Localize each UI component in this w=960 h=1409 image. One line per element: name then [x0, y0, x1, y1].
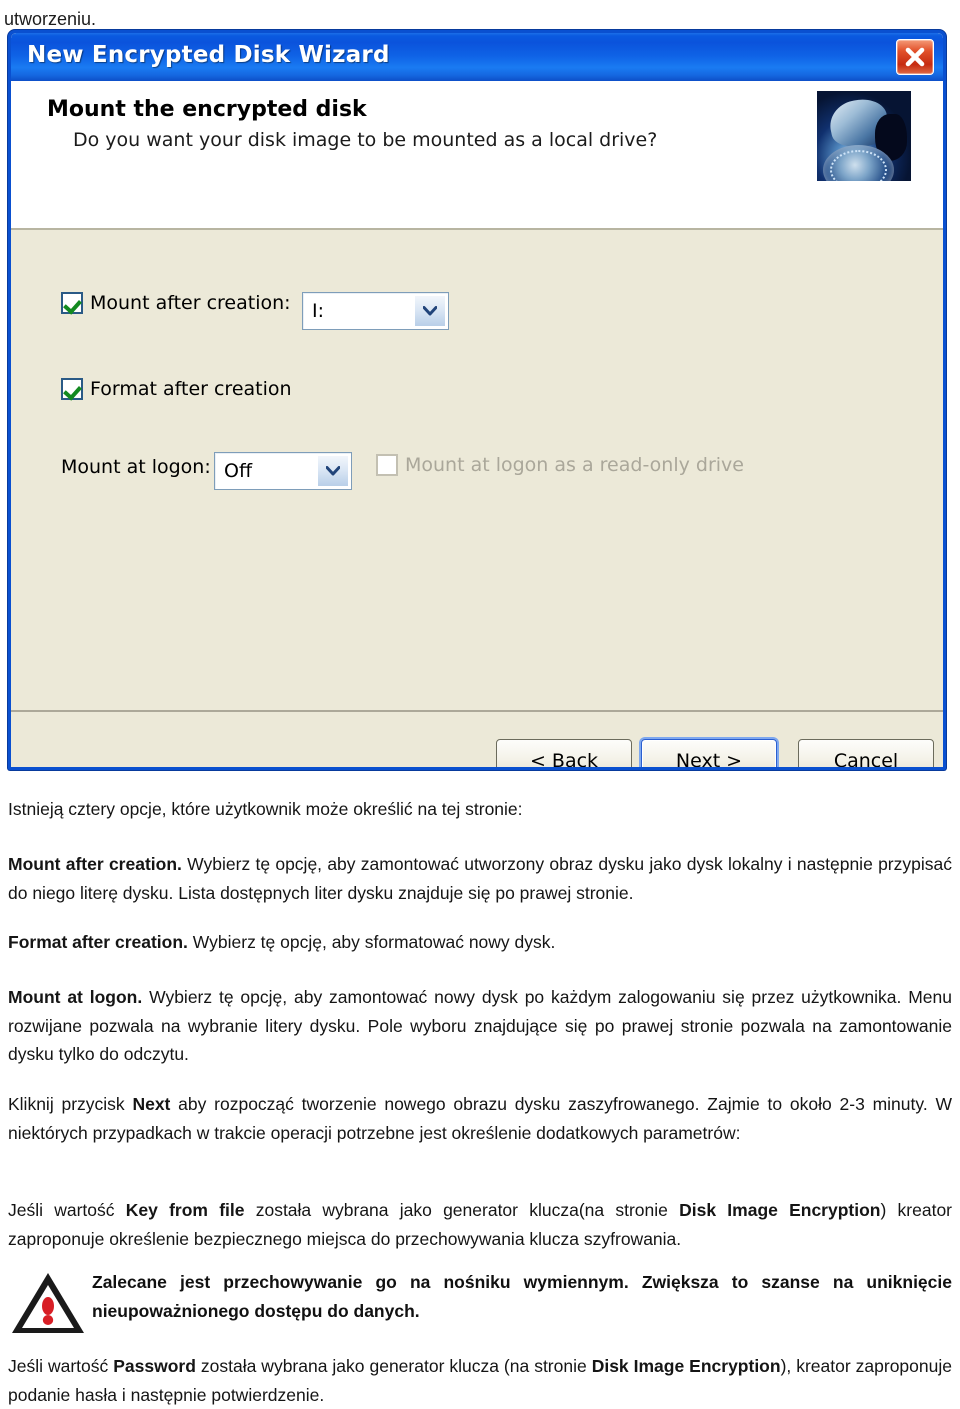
dialog-titlebar: New Encrypted Disk Wizard: [11, 33, 943, 81]
mount-after-creation-row: Mount after creation:: [61, 292, 291, 314]
close-icon: [905, 47, 925, 67]
mount-at-logon-label: Mount at logon:: [61, 456, 211, 478]
mount-at-logon-select[interactable]: Off: [214, 452, 352, 490]
dialog-header-subheading: Do you want your disk image to be mounte…: [73, 129, 658, 151]
warning-triangle-icon: [10, 1270, 86, 1336]
dialog-header-heading: Mount the encrypted disk: [47, 97, 367, 122]
cancel-button[interactable]: Cancel: [798, 739, 934, 767]
p3-bold-term: Mount at logon.: [8, 987, 143, 1007]
page-top-text-fragment: utworzeniu.: [4, 9, 97, 29]
format-after-creation-row: Format after creation: [61, 378, 292, 400]
format-after-creation-checkbox[interactable]: [61, 378, 83, 400]
p5-mid: została wybrana jako generator klucza(na…: [244, 1200, 680, 1220]
readonly-mount-checkbox: [376, 454, 398, 476]
p5-bold-key-from-file: Key from file: [125, 1200, 245, 1220]
paragraph-mount-at-logon: Mount at logon. Wybierz tę opcję, aby za…: [8, 983, 952, 1069]
drive-letter-value: I:: [312, 300, 325, 322]
paragraph-intro: Istnieją cztery opcje, które użytkownik …: [8, 795, 952, 824]
p6-lead: Jeśli wartość: [8, 1356, 114, 1376]
mount-after-creation-label: Mount after creation:: [90, 292, 291, 314]
p4-lead: Kliknij przycisk: [8, 1094, 133, 1114]
p6-bold-disk-image-encryption: Disk Image Encryption: [591, 1356, 781, 1376]
paragraph-click-next: Kliknij przycisk Next aby rozpocząć twor…: [8, 1090, 952, 1147]
paragraph-format-after-creation: Format after creation. Wybierz tę opcję,…: [8, 928, 952, 957]
paragraph-password: Jeśli wartość Password została wybrana j…: [8, 1352, 952, 1409]
next-button[interactable]: Next >: [641, 739, 777, 767]
p5-lead: Jeśli wartość: [8, 1200, 126, 1220]
chevron-down-icon[interactable]: [317, 455, 349, 487]
mount-at-logon-value: Off: [224, 460, 253, 482]
dialog-inner: New Encrypted Disk Wizard Mount the encr…: [11, 33, 943, 767]
p3-body: Wybierz tę opcję, aby zamontować nowy dy…: [8, 987, 952, 1064]
paragraph-key-from-file: Jeśli wartość Key from file została wybr…: [8, 1196, 952, 1253]
p2-body: Wybierz tę opcję, aby sformatować nowy d…: [187, 932, 556, 952]
close-button[interactable]: [896, 39, 934, 75]
chevron-down-icon[interactable]: [414, 295, 446, 327]
p6-mid: została wybrana jako generator klucza (n…: [195, 1356, 592, 1376]
format-after-creation-label: Format after creation: [90, 378, 292, 400]
dialog-header-band: Mount the encrypted disk Do you want you…: [11, 81, 943, 230]
p2-bold-term: Format after creation.: [8, 932, 188, 952]
readonly-mount-row: Mount at logon as a read-only drive: [376, 454, 744, 476]
drive-letter-select[interactable]: I:: [302, 292, 449, 330]
dialog-title: New Encrypted Disk Wizard: [27, 42, 390, 68]
readonly-mount-label: Mount at logon as a read-only drive: [405, 454, 744, 476]
mount-after-creation-checkbox[interactable]: [61, 292, 83, 314]
dialog-body: Mount after creation: I: Format after cr…: [11, 230, 943, 767]
dialog-separator: [11, 710, 943, 712]
new-encrypted-disk-wizard-dialog: New Encrypted Disk Wizard Mount the encr…: [8, 30, 946, 770]
p1-bold-term: Mount after creation.: [8, 854, 182, 874]
intro-text: Istnieją cztery opcje, które użytkownik …: [8, 799, 523, 819]
back-button[interactable]: < Back: [496, 739, 632, 767]
mount-at-logon-row: Mount at logon:: [61, 456, 211, 478]
warning-text: Zalecane jest przechowywanie go na nośni…: [92, 1272, 952, 1321]
encrypted-disk-illustration: [817, 91, 911, 181]
p6-bold-password: Password: [113, 1356, 196, 1376]
p4-bold-term: Next: [132, 1094, 171, 1114]
p5-bold-disk-image-encryption: Disk Image Encryption: [679, 1200, 881, 1220]
paragraph-mount-after-creation: Mount after creation. Wybierz tę opcję, …: [8, 850, 952, 907]
